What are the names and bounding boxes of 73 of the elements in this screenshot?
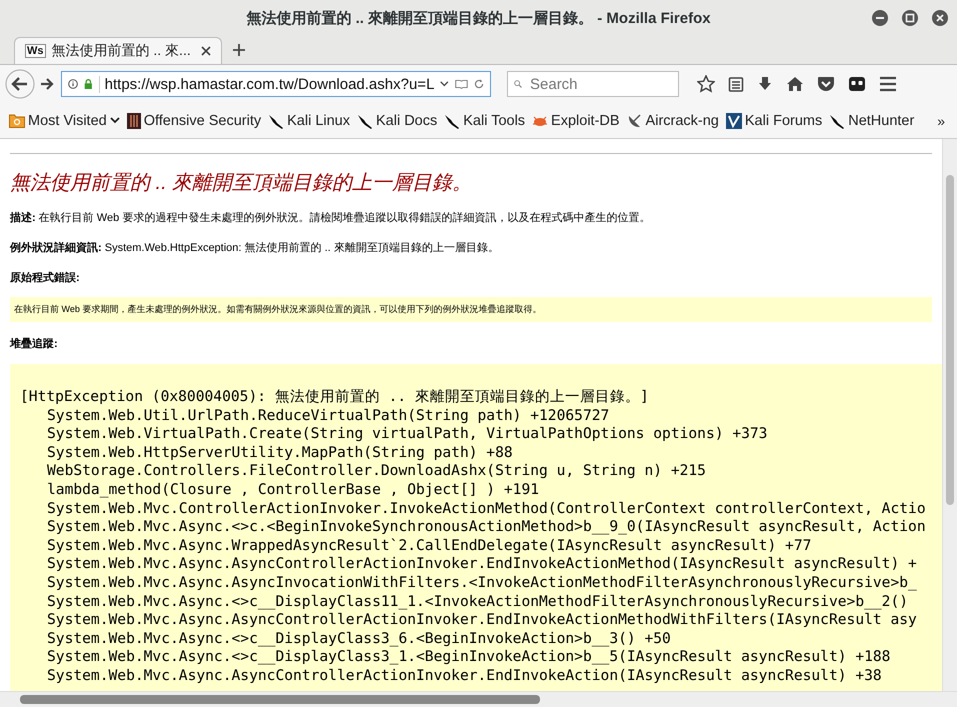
bookmark-item[interactable]: Exploit-DB <box>532 112 620 128</box>
stack-trace-line: System.Web.Mvc.Async.<>c.<BeginInvokeSynchronousActionMethod>b__9_0(IAsyncResult asyncResult, Action <box>46 518 927 537</box>
bookmark-item[interactable]: Kali Tools <box>444 112 526 128</box>
maximize-icon[interactable] <box>901 9 919 27</box>
stack-trace-line: System.Web.Mvc.Async.<>c__DisplayClass11_1.<InvokeActionMethodFilterAsynchronouslyRecursive>b__2() <box>46 592 910 612</box>
window-title: 無法使用前置的 .. 來離開至頂端目錄的上一層目錄。 - Mozilla Firefox <box>246 8 711 28</box>
stack-trace-line: lambda_method(Closure , ControllerBase , Object[] ) +191 <box>46 480 540 500</box>
dropdown-icon[interactable] <box>440 80 450 88</box>
source-error-note: 在執行目前 Web 要求期間，產生未處理的例外狀況。如需有關例外狀況來源與位置的資訊，可以使用下列的例外狀況堆疊追蹤取得。 <box>10 297 932 322</box>
bookmark-label: Kali Linux <box>287 112 350 128</box>
stack-trace-line: System.Web.Mvc.Async.<>c__DisplayClass3_1.<BeginInvokeAction>b__5(IAsyncResult asyncResult) +188 <box>46 648 892 667</box>
bookmark-label: NetHunter <box>848 112 914 128</box>
bug-icon <box>532 114 548 128</box>
bookmark-label: Kali Forums <box>744 112 822 128</box>
stack-trace-line: System.Web.Mvc.Async.WrappedAsyncResult`2.CallEndDelegate(IAsyncResult asyncResult) +77 <box>46 536 812 556</box>
close-icon[interactable] <box>201 46 211 56</box>
folder-icon <box>9 114 25 128</box>
bookmark-label: Most Visited <box>28 112 107 128</box>
reload-icon[interactable] <box>474 77 484 91</box>
bookmark-label: Aircrack-ng <box>646 112 719 128</box>
url-field[interactable]: https://wsp.hamastar.com.tw/Download.ashx?u=L <box>61 71 491 97</box>
tab-title: 無法使用前置的 .. 來... <box>52 42 192 60</box>
lock-icon <box>84 77 93 91</box>
exception-details-text: 例外狀況詳細資訊: System.Web.HttpException: 無法使用前置的 .. 來離開至頂端目錄的上一層目錄。 <box>10 240 500 255</box>
stack-trace-line: System.Web.Mvc.Async.AsyncControllerActionInvoker.EndInvokeActionMethod(IAsyncResult asyncResult) + <box>46 555 918 574</box>
error-heading: 無法使用前置的 .. 來離開至頂端目錄的上一層目錄。 <box>10 171 474 196</box>
forward-icon[interactable] <box>39 76 55 92</box>
search-input[interactable]: Search <box>528 74 672 94</box>
stack-trace-line: System.Web.Mvc.Async.AsyncControllerActionInvoker.EndInvokeActionMethodWithFilters(IAsyncResult asy <box>46 611 918 630</box>
source-error-label: 原始程式錯誤: <box>10 270 81 285</box>
close-icon[interactable] <box>931 9 949 27</box>
bookmark-item[interactable]: NetHunter <box>829 112 914 128</box>
horizontal-scrollbar[interactable] <box>0 691 957 707</box>
bookmark-item[interactable]: Kali Linux <box>268 112 350 128</box>
bookmark-logo-icon <box>126 112 141 128</box>
back-icon[interactable] <box>5 69 35 99</box>
stack-trace-line: System.Web.Mvc.Async.AsyncInvocationWithFilters.<InvokeActionMethodFilterAsynchronouslyRecursive>b_ <box>46 574 918 593</box>
stack-trace-line: System.Web.Mvc.Async.<>c__DisplayClass3_6.<BeginInvokeAction>b__3() +50 <box>46 630 672 648</box>
vertical-scrollbar[interactable] <box>942 139 957 691</box>
pocket-icon[interactable] <box>817 76 835 92</box>
bookmark-item[interactable]: Kali Forums <box>726 112 822 128</box>
bookmark-label: Exploit-DB <box>551 112 620 128</box>
stack-trace-line: System.Web.Mvc.ControllerActionInvoker.InvokeActionMethod(ControllerContext controllerContext, Actio <box>46 500 927 518</box>
browser-tab[interactable]: Ws 無法使用前置的 .. 來... <box>14 37 222 64</box>
minimize-icon[interactable] <box>871 9 889 27</box>
download-icon[interactable] <box>757 76 773 92</box>
stack-trace-line: System.Web.HttpServerUtility.MapPath(String path) +88 <box>46 444 514 462</box>
stack-trace-line: [HttpException (0x80004005): 無法使用前置的 .. 來離開至頂端目錄的上一層目錄。] <box>20 388 650 407</box>
more-bookmarks-button[interactable]: » <box>937 112 945 128</box>
bookmark-label: Kali Docs <box>376 112 438 128</box>
menu-icon[interactable] <box>879 76 897 92</box>
home-icon[interactable] <box>786 76 804 92</box>
description-text: 描述: 在執行目前 Web 要求的過程中發生未處理的例外狀況。請檢閱堆疊追蹤以取得錯誤的詳細資訊，以及在程式碼中產生的位置。 <box>10 210 652 225</box>
star-icon[interactable] <box>697 75 715 93</box>
stack-trace-line: WebStorage.Controllers.FileController.DownloadAshx(String u, String n) +215 <box>46 462 707 481</box>
search-field[interactable]: Search <box>507 71 679 97</box>
stack-trace-line: System.Web.Mvc.Async.AsyncControllerActionInvoker.EndInvokeAction(IAsyncResult asyncResult) +38 <box>46 666 883 686</box>
caret-icon <box>110 117 120 124</box>
stack-trace-label: 堆疊追蹤: <box>10 336 59 351</box>
info-icon[interactable] <box>68 77 78 91</box>
dish-icon <box>626 112 643 128</box>
reader-view-icon[interactable] <box>455 77 468 91</box>
bookmark-label: Kali Tools <box>463 112 526 128</box>
list-icon[interactable] <box>728 76 744 92</box>
bookmark-item[interactable]: Kali Docs <box>357 112 438 128</box>
site-favicon: Ws <box>25 44 46 58</box>
mask-icon[interactable] <box>848 76 866 92</box>
forum-logo-icon <box>726 112 742 128</box>
bookmark-item[interactable]: Most Visited <box>9 112 120 128</box>
stack-trace-line: System.Web.Util.UrlPath.ReduceVirtualPath(String path) +12065727 <box>46 406 610 426</box>
stack-trace-line: System.Web.VirtualPath.Create(String virtualPath, VirtualPathOptions options) +373 <box>46 425 768 444</box>
bookmark-item[interactable]: Aircrack-ng <box>626 112 719 128</box>
new-tab-icon[interactable] <box>232 43 246 57</box>
